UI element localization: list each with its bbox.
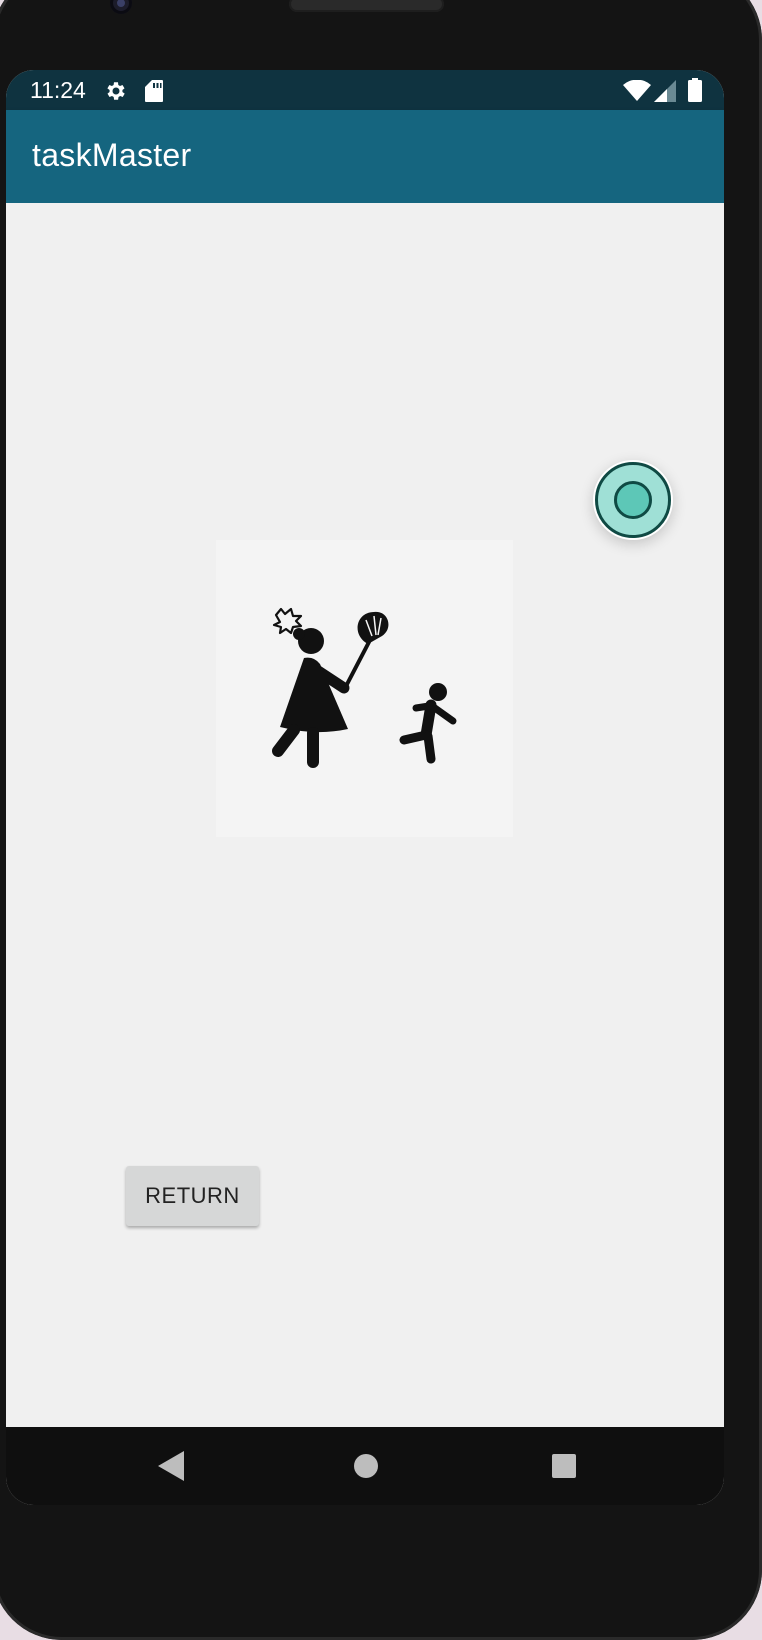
main-content: RETURN bbox=[6, 203, 724, 1427]
signal-icon bbox=[654, 80, 676, 102]
earpiece-speaker bbox=[289, 0, 444, 12]
app-title: taskMaster bbox=[32, 137, 192, 173]
app-bar: taskMaster bbox=[6, 110, 724, 203]
navigation-bar bbox=[6, 1427, 724, 1505]
return-button[interactable]: RETURN bbox=[126, 1166, 259, 1226]
phone-frame: 11:24 taskMaster RETURN bbox=[0, 0, 762, 1640]
battery-icon bbox=[688, 78, 702, 102]
status-time: 11:24 bbox=[30, 77, 86, 103]
task-illustration bbox=[216, 540, 513, 837]
back-icon[interactable] bbox=[158, 1451, 184, 1481]
wifi-icon bbox=[623, 80, 651, 101]
home-icon[interactable] bbox=[354, 1454, 378, 1478]
screen: 11:24 taskMaster RETURN bbox=[6, 70, 724, 1505]
sd-card-icon bbox=[145, 80, 163, 102]
recents-icon[interactable] bbox=[552, 1454, 576, 1478]
front-camera bbox=[110, 0, 132, 14]
mother-chasing-child-icon bbox=[272, 607, 457, 768]
record-icon bbox=[595, 462, 671, 538]
record-fab[interactable] bbox=[593, 460, 673, 540]
gear-icon bbox=[107, 82, 125, 100]
status-bar: 11:24 bbox=[6, 70, 724, 110]
record-dot bbox=[614, 481, 652, 519]
